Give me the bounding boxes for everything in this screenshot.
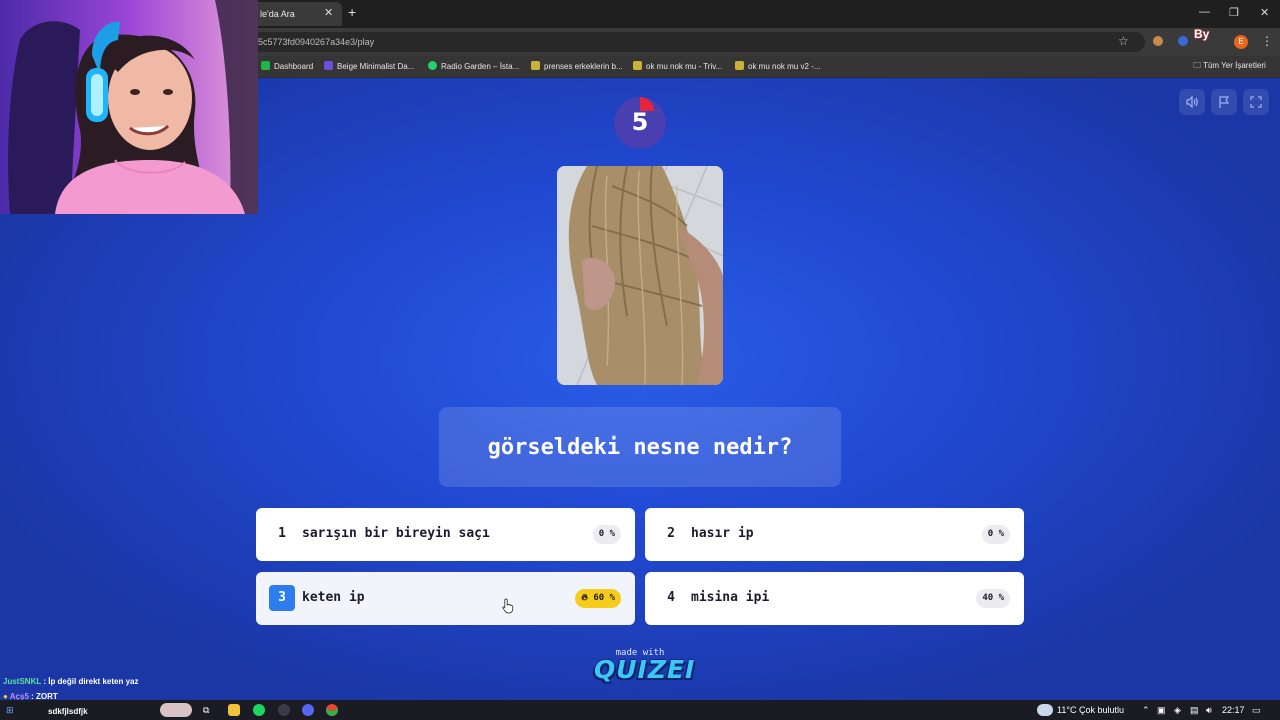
extension-icon[interactable] bbox=[1153, 36, 1163, 46]
quizei-logo[interactable]: QUIZEI bbox=[594, 655, 694, 684]
question-image bbox=[557, 166, 723, 385]
timer-value: 5 bbox=[631, 108, 649, 136]
weather-cloud-icon bbox=[1037, 704, 1053, 716]
answer-option-1[interactable]: 1 sarışın bir bireyin saçı 0 % bbox=[256, 508, 635, 561]
answer-option-2[interactable]: 2 hasır ip 0 % bbox=[645, 508, 1024, 561]
fire-icon: 🔥︎ bbox=[581, 593, 594, 603]
answer-percent-badge: 0 % bbox=[981, 525, 1010, 544]
answer-number: 2 bbox=[667, 526, 675, 541]
bookmark-item[interactable]: prenses erkeklerin b... bbox=[531, 61, 623, 71]
discord-icon[interactable] bbox=[302, 704, 314, 716]
flag-icon bbox=[1219, 96, 1230, 108]
flax-rope-photo bbox=[557, 166, 723, 385]
chat-message: JustSNKL : İp değil direkt keten yaz bbox=[3, 677, 138, 686]
profile-avatar[interactable]: E bbox=[1234, 35, 1248, 49]
weather-text[interactable]: 11°C Çok bulutlu bbox=[1057, 705, 1124, 715]
search-widget-icon[interactable] bbox=[160, 703, 192, 717]
extension-badge[interactable]: By bbox=[1194, 27, 1209, 41]
spotify-icon[interactable] bbox=[253, 704, 265, 716]
bookmark-item[interactable]: Beige Minimalist Da... bbox=[324, 61, 414, 71]
sound-button[interactable] bbox=[1179, 89, 1205, 115]
answer-number: 4 bbox=[667, 590, 675, 605]
bookmark-favicon-icon bbox=[735, 61, 744, 70]
bookmark-star-icon[interactable]: ☆ bbox=[1118, 34, 1129, 48]
bookmark-favicon-icon bbox=[633, 61, 642, 70]
minimize-icon[interactable]: — bbox=[1199, 6, 1210, 18]
answer-option-4[interactable]: 4 misina ipi 40 % bbox=[645, 572, 1024, 625]
report-button[interactable] bbox=[1211, 89, 1237, 115]
bookmark-favicon-icon bbox=[428, 61, 437, 70]
speaker-icon bbox=[1186, 95, 1198, 109]
chat-text: sdkfjlsdfjk bbox=[48, 707, 88, 716]
chat-text: : İp değil direkt keten yaz bbox=[43, 677, 139, 686]
all-bookmarks-folder[interactable]: 🗀 Tüm Yer İşaretleri bbox=[1193, 60, 1266, 74]
answer-percent-badge: 🔥︎ 60 % bbox=[575, 589, 621, 608]
answer-text: misina ipi bbox=[691, 590, 770, 605]
answer-percent-badge: 40 % bbox=[976, 589, 1010, 608]
task-view-icon[interactable]: ⧉ bbox=[203, 705, 209, 716]
chrome-icon[interactable] bbox=[326, 704, 338, 716]
extension-icon[interactable] bbox=[1178, 36, 1188, 46]
answer-percent-badge: 0 % bbox=[592, 525, 621, 544]
streamer-webcam-image bbox=[0, 0, 258, 214]
chat-username: JustSNKL bbox=[3, 677, 42, 686]
close-window-icon[interactable]: ✕ bbox=[1260, 6, 1269, 19]
answer-number: 3 bbox=[269, 585, 295, 611]
chat-message: sdkfjlsdfjk bbox=[48, 707, 88, 716]
menu-kebab-icon[interactable]: ⋮ bbox=[1261, 34, 1273, 48]
start-icon[interactable]: ⊞ bbox=[6, 705, 14, 716]
url-text: 5c5773fd0940267a34e3/play bbox=[258, 37, 375, 47]
bookmark-item[interactable]: Dashboard bbox=[261, 61, 313, 71]
answer-text: keten ip bbox=[302, 590, 365, 605]
tray-icon[interactable]: ▣ bbox=[1157, 705, 1166, 716]
hand-cursor-icon bbox=[502, 598, 514, 614]
bookmark-item[interactable]: ok mu nok mu - Triv... bbox=[633, 61, 722, 71]
question-text: görseldeki nesne nedir? bbox=[487, 434, 793, 460]
answer-text: hasır ip bbox=[691, 526, 754, 541]
file-explorer-icon[interactable] bbox=[228, 704, 240, 716]
answer-text: sarışın bir bireyin saçı bbox=[302, 526, 490, 541]
bookmark-favicon-icon bbox=[324, 61, 333, 70]
steam-icon[interactable] bbox=[278, 704, 290, 716]
restore-icon[interactable]: ❐ bbox=[1229, 6, 1239, 19]
bookmark-item[interactable]: ok mu nok mu v2 -... bbox=[735, 61, 820, 71]
tray-icon[interactable]: ◈ bbox=[1174, 705, 1181, 716]
bookmark-favicon-icon bbox=[261, 61, 270, 70]
answer-number: 1 bbox=[278, 526, 286, 541]
bookmark-favicon-icon bbox=[531, 61, 540, 70]
webcam-overlay bbox=[0, 0, 258, 214]
volume-icon[interactable]: 🔊︎ bbox=[1206, 705, 1212, 716]
fullscreen-icon bbox=[1250, 96, 1262, 108]
question-card: görseldeki nesne nedir? bbox=[439, 407, 841, 487]
tray-chevron-icon[interactable]: ⌃ bbox=[1142, 705, 1150, 716]
bookmark-item[interactable]: Radio Garden – İsta... bbox=[428, 61, 519, 71]
network-icon[interactable]: ▤ bbox=[1190, 705, 1199, 716]
clock-time[interactable]: 22:17 bbox=[1222, 705, 1245, 715]
tab-close-icon[interactable]: ✕ bbox=[324, 6, 333, 19]
url-field[interactable]: 5c5773fd0940267a34e3/play bbox=[250, 32, 1145, 52]
answer-option-3[interactable]: 3 keten ip 🔥︎ 60 % bbox=[256, 572, 635, 625]
notification-icon[interactable]: ▭ bbox=[1252, 705, 1261, 716]
fullscreen-button[interactable] bbox=[1243, 89, 1269, 115]
folder-icon: 🗀 bbox=[1193, 61, 1201, 70]
new-tab-icon[interactable]: + bbox=[348, 4, 356, 20]
tab-title: le'da Ara bbox=[260, 9, 295, 19]
